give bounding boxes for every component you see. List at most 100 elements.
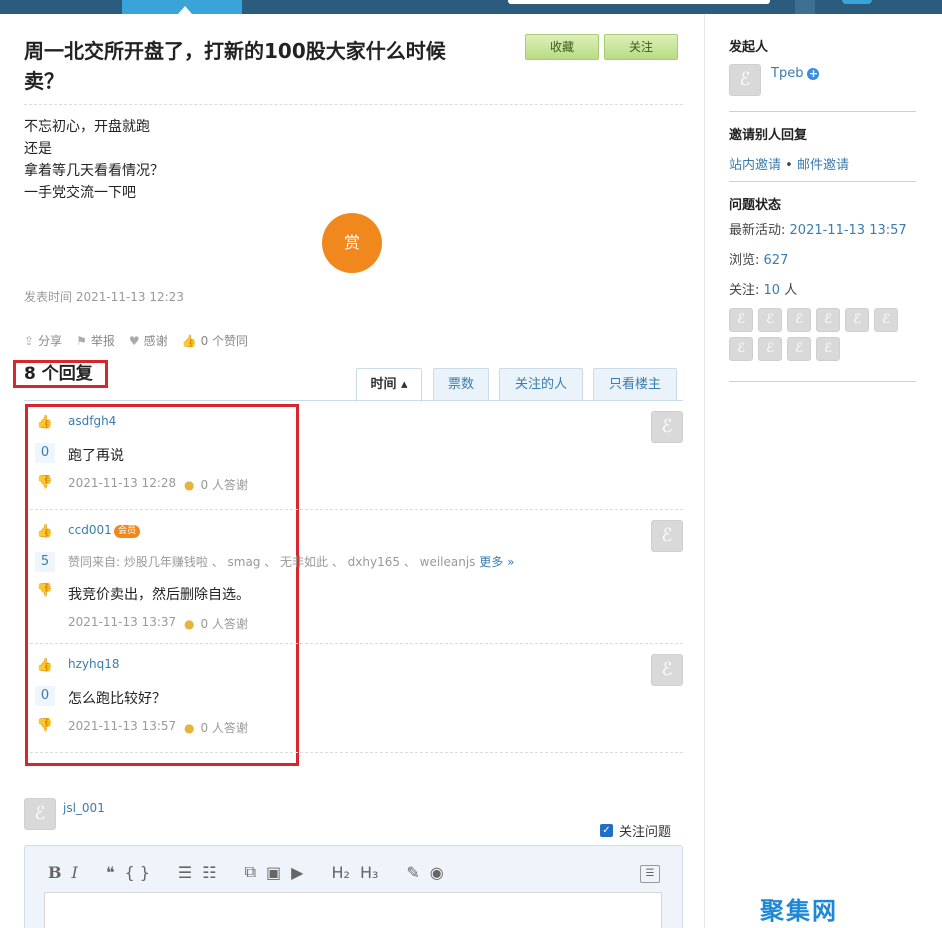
answer-time: 2021-11-13 13:37 [68, 615, 177, 629]
tab-time[interactable]: 时间 ▴ [356, 368, 422, 402]
invite-site-link[interactable]: 站内邀请 [729, 158, 781, 173]
share-action[interactable]: ⇪ 分享 [24, 332, 62, 349]
answer-thanks[interactable]: ● 0 人答谢 [184, 476, 248, 493]
follower-avatar[interactable]: ℰ [729, 337, 753, 361]
vote-count: 5 [35, 552, 55, 572]
title-divider [24, 104, 683, 105]
editor-mode-icon[interactable]: ☰ [640, 865, 660, 883]
favorite-button[interactable]: 收藏 [525, 34, 599, 60]
thumbs-up-icon: 👍 [181, 334, 197, 348]
body-line: 拿着等几天看看情况？ [24, 163, 164, 179]
answer-text: 怎么跑比较好？ [68, 691, 166, 707]
views: 浏览: 627 [729, 253, 789, 268]
follower-avatar[interactable]: ℰ [729, 308, 753, 332]
report-action[interactable]: ⚑ 举报 [76, 332, 115, 349]
vote-count: 0 [35, 686, 55, 706]
vote-down-icon[interactable]: 👎 [35, 474, 55, 492]
coins-icon: ● [184, 478, 195, 492]
follower-avatar[interactable]: ℰ [787, 337, 811, 361]
quote-icon[interactable]: ❝ [106, 863, 115, 882]
heading3-icon[interactable]: H₃ [360, 863, 378, 882]
vote-count: 0 [35, 443, 55, 463]
answer-time: 2021-11-13 13:57 [68, 719, 177, 733]
bold-icon[interactable]: B [48, 863, 62, 882]
top-nav [0, 0, 942, 14]
reward-button[interactable]: 赏 [322, 213, 382, 273]
commenter-avatar[interactable]: ℰ [24, 798, 56, 830]
follower-avatar[interactable]: ℰ [758, 337, 782, 361]
code-icon[interactable]: { } [124, 863, 149, 882]
watermark-logo: 聚集网 [760, 897, 838, 925]
heading2-icon[interactable]: H₂ [331, 863, 349, 882]
follow-button[interactable]: 关注 [604, 34, 678, 60]
answer-divider [30, 643, 683, 644]
follower-avatars: ℰ ℰ ℰ ℰ ℰ ℰ ℰ ℰ ℰ ℰ [729, 308, 909, 361]
image-icon[interactable]: ▣ [266, 863, 281, 882]
question-title: 周一北交所开盘了，打新的100股大家什么时候卖？ [24, 39, 446, 93]
more-link[interactable]: 更多 » [479, 555, 514, 569]
answer-user[interactable]: asdfgh4 [68, 414, 116, 428]
avatar[interactable]: ℰ [651, 654, 683, 686]
link-icon[interactable]: ⧉ [245, 862, 256, 882]
comment-editor-textarea[interactable] [44, 892, 662, 928]
answer-user[interactable]: ccd001 [68, 523, 112, 537]
initiator-name[interactable]: Tpeb + [771, 66, 820, 81]
sidebar-divider [729, 181, 916, 182]
answer-thanks[interactable]: ● 0 人答谢 [184, 719, 248, 736]
vote-up-icon[interactable]: 👍 [35, 523, 55, 541]
reply-count: 8 个回复 [13, 360, 108, 388]
editor-toolbar: B I ❝ { } ☰ ☷ ⧉ ▣ ▶ H₂ H₃ ✎ ◉ [48, 862, 444, 882]
follow-question-toggle[interactable]: ✓ 关注问题 [600, 821, 671, 840]
tabs-divider [24, 400, 683, 401]
answer-text: 跑了再说 [68, 448, 124, 464]
thank-action[interactable]: ♥ 感谢 [129, 332, 168, 349]
checkbox-checked-icon[interactable]: ✓ [600, 824, 613, 837]
follower-avatar[interactable]: ℰ [787, 308, 811, 332]
vote-down-icon[interactable]: 👎 [35, 717, 55, 735]
nav-button[interactable] [795, 0, 815, 14]
initiator-avatar[interactable]: ℰ [729, 64, 761, 96]
body-line: 还是 [24, 141, 52, 157]
vote-up-icon[interactable]: 👍 [35, 657, 55, 675]
answer-thanks[interactable]: ● 0 人答谢 [184, 615, 248, 632]
initiator-title: 发起人 [729, 40, 769, 55]
flag-icon: ⚑ [76, 334, 87, 348]
follower-avatar[interactable]: ℰ [758, 308, 782, 332]
nav-search-box[interactable] [508, 0, 770, 4]
video-icon[interactable]: ▶ [291, 863, 303, 882]
eraser-icon[interactable]: ✎ [406, 863, 419, 882]
plus-follow-icon[interactable]: + [807, 67, 820, 80]
nav-active-tab[interactable] [122, 0, 242, 14]
follower-avatar[interactable]: ℰ [845, 308, 869, 332]
tab-op-only[interactable]: 只看楼主 [593, 368, 677, 401]
avatar[interactable]: ℰ [651, 520, 683, 552]
heart-icon: ♥ [128, 334, 140, 348]
answer-user[interactable]: hzyhq18 [68, 657, 120, 671]
vote-down-icon[interactable]: 👎 [35, 582, 55, 600]
body-line: 一手党交流一下吧 [24, 185, 136, 201]
agree-from: 赞同来自: 炒股几年赚钱啦 、 smag 、 无非如此 、 dxhy165 、 … [68, 555, 515, 569]
follower-avatar[interactable]: ℰ [874, 308, 898, 332]
avatar[interactable]: ℰ [651, 411, 683, 443]
invite-email-link[interactable]: 邮件邀请 [797, 158, 849, 173]
status-title: 问题状态 [729, 198, 782, 213]
vote-up-icon[interactable]: 👍 [35, 414, 55, 432]
answer-time: 2021-11-13 12:28 [68, 476, 177, 490]
invite-title: 邀请别人回复 [729, 128, 808, 143]
answer-divider [30, 752, 683, 753]
bullet-list-icon[interactable]: ☰ [178, 863, 192, 882]
italic-icon[interactable]: I [72, 863, 78, 882]
post-time: 发表时间 2021-11-13 12:23 [24, 290, 184, 304]
follower-avatar[interactable]: ℰ [816, 337, 840, 361]
answer-text: 我竞价卖出，然后删除自选。 [68, 587, 250, 603]
nav-button-2[interactable] [842, 0, 872, 4]
body-line: 不忘初心，开盘就跑 [24, 119, 150, 135]
follower-avatar[interactable]: ℰ [816, 308, 840, 332]
tab-votes[interactable]: 票数 [433, 368, 489, 401]
answer-divider [30, 509, 683, 510]
numbered-list-icon[interactable]: ☷ [202, 863, 216, 882]
preview-eye-icon[interactable]: ◉ [430, 863, 444, 882]
tab-followed-users[interactable]: 关注的人 [499, 368, 583, 401]
commenter-name[interactable]: jsl_001 [63, 801, 105, 815]
agree-action[interactable]: 👍 0 个赞同 [182, 332, 248, 349]
